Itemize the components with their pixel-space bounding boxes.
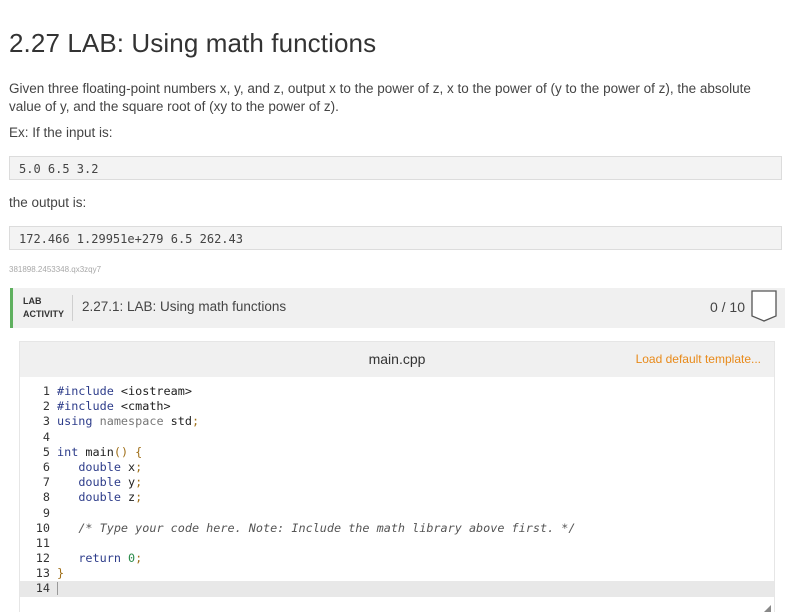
lab-activity-tag: LAB ACTIVITY xyxy=(23,295,64,321)
line-number: 8 xyxy=(42,490,50,505)
code-token: #include xyxy=(57,384,121,398)
code-line[interactable]: 9 xyxy=(20,506,774,521)
code-line[interactable]: 10 /* Type your code here. Note: Include… xyxy=(20,521,774,536)
code-token: () { xyxy=(113,444,143,459)
code-token: double xyxy=(78,490,129,505)
line-number: 10 xyxy=(35,520,50,535)
lab-divider xyxy=(72,295,73,321)
line-number: 5 xyxy=(42,444,50,459)
code-area[interactable]: 1 #include <iostream> 2 #include <cmath> 3 us… xyxy=(20,384,774,597)
lab-activity-header: LAB ACTIVITY 2.27.1: LAB: Using math fun… xyxy=(10,288,785,328)
line-number: 12 xyxy=(35,551,50,566)
line-code[interactable]: #include <iostream> xyxy=(57,384,192,399)
completion-badge-icon xyxy=(751,290,777,322)
text-cursor xyxy=(57,582,58,596)
line-number: 6 xyxy=(42,459,50,474)
code-token: main xyxy=(85,444,114,459)
code-token: double xyxy=(78,459,129,474)
code-token: ; xyxy=(135,551,143,566)
tracking-id: 381898.2453348.qx3zqy7 xyxy=(9,265,102,274)
line-code[interactable]: } xyxy=(57,566,64,581)
code-token: <iostream> xyxy=(120,384,192,398)
code-line[interactable]: 7 double y; xyxy=(20,475,774,490)
line-code[interactable]: int main() { xyxy=(57,445,142,460)
load-default-template-button[interactable]: Load default template... xyxy=(636,352,761,366)
resize-handle-icon[interactable] xyxy=(764,605,771,612)
page-title: 2.27 LAB: Using math functions xyxy=(9,28,377,58)
line-code[interactable] xyxy=(57,581,58,596)
code-editor[interactable]: main.cpp Load default template... 1 #incl… xyxy=(19,341,775,612)
code-token: #include xyxy=(57,399,121,414)
line-code[interactable]: double x; xyxy=(57,460,142,475)
code-token: } xyxy=(57,566,65,581)
line-number: 3 xyxy=(42,414,50,429)
example-input-label: Ex: If the input is: xyxy=(9,125,113,140)
code-line[interactable]: 5 int main() { xyxy=(20,445,774,460)
code-line[interactable]: 8 double z; xyxy=(20,490,774,505)
lab-page: 2.27 LAB: Using math functions Given thr… xyxy=(0,0,785,612)
code-token: using xyxy=(57,414,100,429)
code-line[interactable]: 1 #include <iostream> xyxy=(20,384,774,399)
line-code[interactable]: double y; xyxy=(57,475,142,490)
line-code[interactable]: using namespace std; xyxy=(57,414,199,429)
code-line[interactable]: 6 double x; xyxy=(20,460,774,475)
code-line[interactable]: 13} xyxy=(20,566,774,581)
editor-toolbar: main.cpp Load default template... xyxy=(20,342,774,377)
code-line[interactable]: 4 xyxy=(20,430,774,445)
line-number: 13 xyxy=(35,566,50,581)
code-token: ; xyxy=(135,459,143,474)
line-number: 14 xyxy=(35,581,50,596)
code-token: return xyxy=(78,551,129,566)
code-line[interactable]: 12 return 0; xyxy=(20,551,774,566)
code-token: <cmath> xyxy=(120,399,171,414)
code-line[interactable]: 11 xyxy=(20,536,774,551)
code-token: namespace xyxy=(99,414,171,429)
code-line[interactable]: 14 xyxy=(20,581,774,597)
problem-description: Given three floating-point numbers x, y,… xyxy=(9,81,751,114)
lab-tag-line2: ACTIVITY xyxy=(23,309,65,319)
lab-score: 0 / 10 xyxy=(709,299,745,315)
line-number: 4 xyxy=(42,429,50,444)
code-token: ; xyxy=(135,475,143,490)
lab-activity-title: 2.27.1: LAB: Using math functions xyxy=(82,299,287,314)
lab-tag-line1: LAB xyxy=(23,296,42,306)
line-code[interactable]: /* Type your code here. Note: Include th… xyxy=(57,521,575,536)
code-line[interactable]: 2 #include <cmath> xyxy=(20,399,774,414)
line-number: 9 xyxy=(42,505,50,520)
code-token: double xyxy=(78,475,129,490)
line-code[interactable]: #include <cmath> xyxy=(57,399,171,414)
code-token: ; xyxy=(135,490,143,505)
code-token: int xyxy=(57,444,86,459)
line-number: 11 xyxy=(35,535,50,550)
example-output-label: the output is: xyxy=(9,195,87,210)
example-input-box: 5.0 6.5 3.2 xyxy=(9,156,782,180)
code-token: std xyxy=(170,414,192,429)
line-number: 7 xyxy=(42,475,50,490)
code-token: /* Type your code here. Note: Include th… xyxy=(78,520,576,535)
line-code[interactable]: return 0; xyxy=(57,551,142,566)
line-code[interactable]: double z; xyxy=(57,490,142,505)
example-output-box: 172.466 1.29951e+279 6.5 262.43 xyxy=(9,226,782,250)
line-number: 1 xyxy=(42,384,50,398)
code-line[interactable]: 3 using namespace std; xyxy=(20,414,774,429)
line-number: 2 xyxy=(42,399,50,414)
code-token: ; xyxy=(191,414,200,429)
